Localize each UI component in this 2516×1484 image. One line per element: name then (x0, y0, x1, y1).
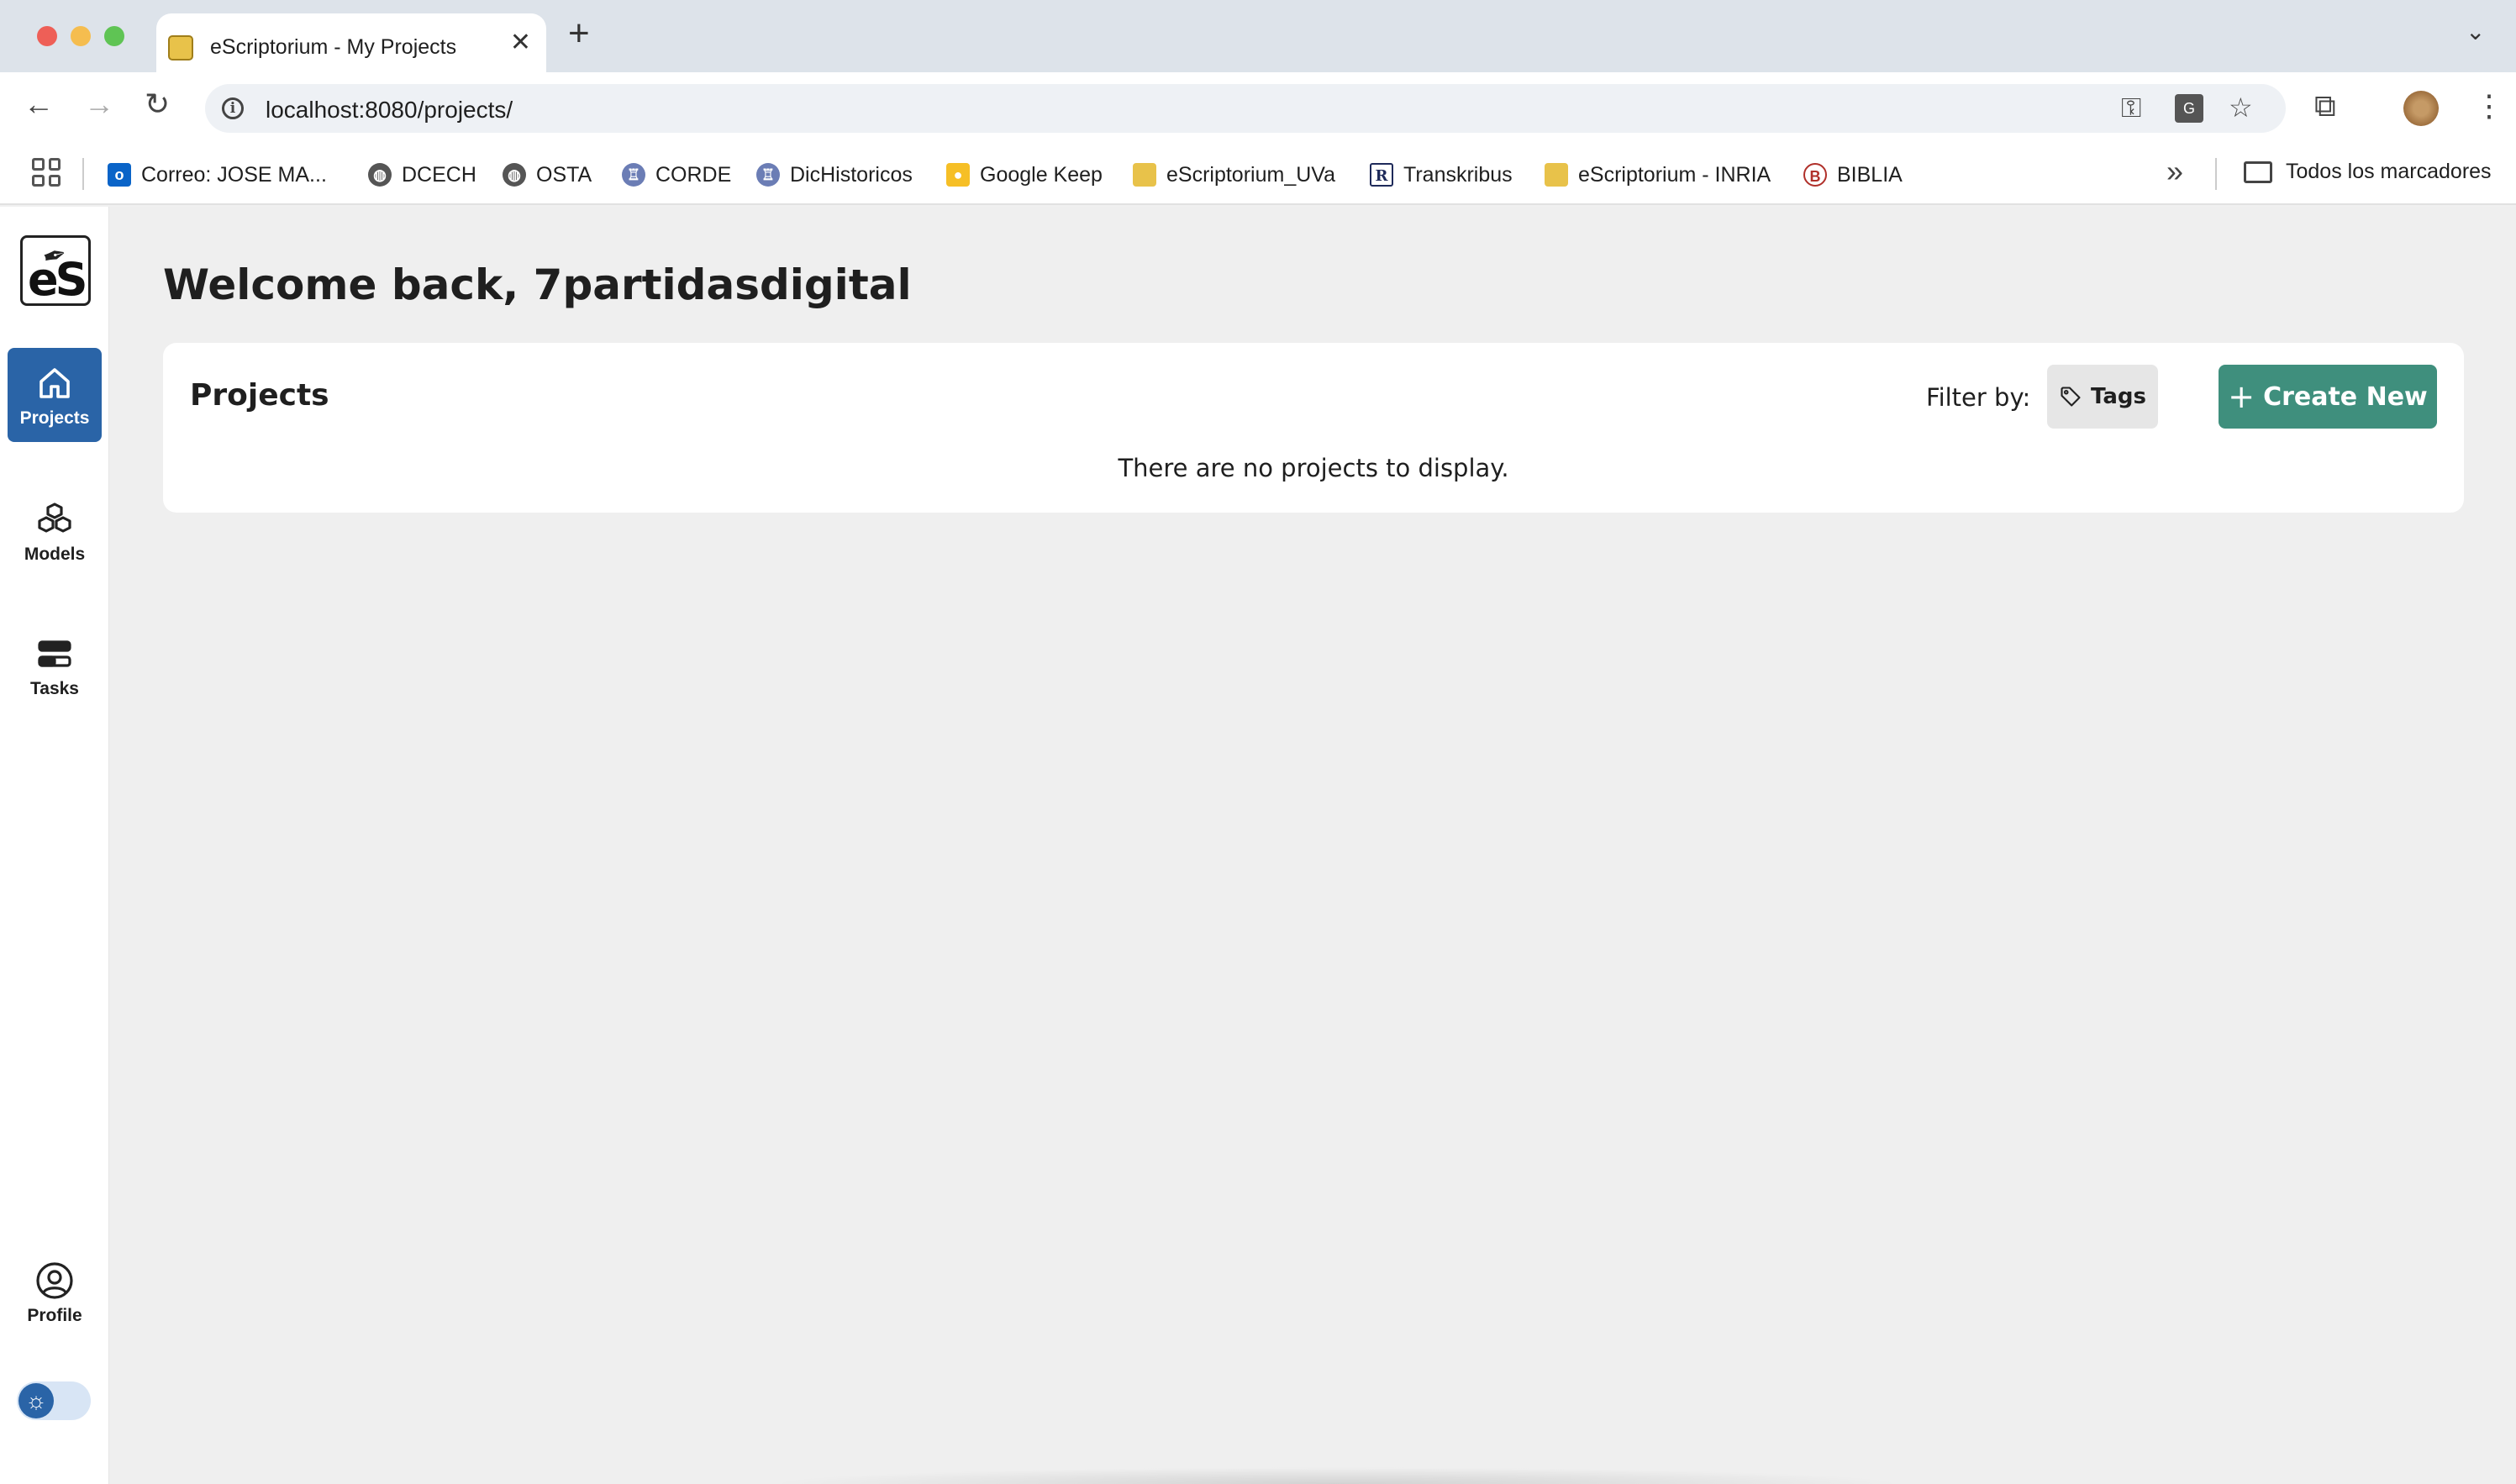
sidebar-item-profile[interactable]: Profile (8, 1245, 102, 1339)
bookmarks-divider (2215, 158, 2217, 190)
url-text[interactable]: localhost:8080/projects/ (266, 97, 513, 124)
sidebar-item-label: Models (24, 545, 86, 564)
projects-card: Projects Filter by: Tags + Create New Th… (163, 343, 2464, 513)
back-arrow-icon[interactable]: ← (24, 89, 54, 119)
tag-icon (2061, 387, 2081, 407)
bookmark-label: DCECH (402, 162, 476, 187)
browser-toolbar: ← → ↻ i localhost:8080/projects/ ⚿ G ☆ ⧉… (0, 72, 2516, 145)
bookmark-item[interactable]: B BIBLIA (1803, 160, 1903, 190)
new-tab-icon[interactable]: + (568, 15, 590, 52)
window-maximize-button[interactable] (104, 26, 124, 46)
sidebar-item-tasks[interactable]: Tasks (8, 618, 102, 713)
all-bookmarks-label: Todos los marcadores (2286, 160, 2492, 183)
biblia-icon: B (1803, 163, 1827, 187)
bookmark-item[interactable]: eScriptorium_UVa (1133, 160, 1335, 190)
escriptorium-icon (1133, 163, 1156, 187)
rae-icon: ♖ (756, 163, 780, 187)
bookmarks-divider (82, 158, 84, 190)
bookmark-label: Correo: JOSE MA... (141, 162, 327, 187)
rae-icon: ♖ (622, 163, 645, 187)
bookmark-item[interactable]: ◍ OSTA (503, 160, 592, 190)
create-new-label: Create New (2263, 382, 2428, 412)
bookmark-label: Google Keep (980, 162, 1103, 187)
bookmark-item[interactable]: ◍ DCECH (368, 160, 476, 190)
bookmark-item[interactable]: R Transkribus (1370, 160, 1513, 190)
empty-state-message: There are no projects to display. (1118, 454, 1509, 482)
create-new-button[interactable]: + Create New (2219, 365, 2437, 429)
bookmark-item[interactable]: ● Google Keep (946, 160, 1103, 190)
main-content: Welcome back, 7partidasdigital Projects … (110, 207, 2516, 1484)
site-info-icon[interactable]: i (222, 97, 244, 119)
globe-icon: ◍ (503, 163, 526, 187)
tasks-icon (38, 640, 71, 667)
user-circle-icon (36, 1262, 73, 1299)
browser-tab-active[interactable]: eScriptorium - My Projects ✕ (156, 13, 546, 72)
extensions-puzzle-icon[interactable]: ⧉ (2314, 91, 2336, 121)
translate-icon[interactable]: G (2175, 94, 2203, 123)
theme-toggle[interactable]: ☼ (17, 1381, 91, 1420)
bookmark-item[interactable]: o Correo: JOSE MA... (108, 160, 327, 190)
sidebar-item-label: Tasks (30, 679, 79, 698)
window-close-button[interactable] (37, 26, 57, 46)
bookmark-label: eScriptorium - INRIA (1578, 162, 1771, 187)
browser-menu-kebab-icon[interactable]: ⋮ (2474, 91, 2504, 121)
escriptorium-logo[interactable]: ✒ eS (20, 235, 91, 306)
bookmark-item[interactable]: ♖ DicHistoricos (756, 160, 913, 190)
filter-by-label: Filter by: (1926, 383, 2031, 412)
reload-icon[interactable]: ↻ (145, 89, 170, 119)
folder-icon (2244, 161, 2272, 183)
sun-icon: ☼ (18, 1383, 54, 1418)
sidebar-item-models[interactable]: Models (8, 484, 102, 578)
bookmark-label: OSTA (536, 162, 592, 187)
bookmark-label: CORDE (655, 162, 732, 187)
bookmark-item[interactable]: eScriptorium - INRIA (1545, 160, 1771, 190)
plus-icon: + (2228, 378, 2255, 415)
tags-button-label: Tags (2090, 384, 2146, 409)
tab-close-icon[interactable]: ✕ (510, 30, 531, 55)
apps-grid-icon[interactable] (32, 158, 61, 187)
forward-arrow-icon[interactable]: → (84, 89, 114, 119)
bookmark-star-icon[interactable]: ☆ (2229, 94, 2253, 121)
tab-title: eScriptorium - My Projects (210, 35, 457, 59)
more-bookmarks-chevron-icon[interactable]: » (2166, 156, 2183, 187)
logo-text: eS (28, 253, 87, 306)
escriptorium-icon (1545, 163, 1568, 187)
sidebar-item-label: Projects (19, 408, 90, 428)
bottom-scroll-shadow (766, 1467, 1908, 1484)
tags-filter-button[interactable]: Tags (2047, 365, 2158, 429)
page-title: Welcome back, 7partidasdigital (163, 260, 912, 309)
transkribus-icon: R (1370, 163, 1393, 187)
keep-icon: ● (946, 163, 970, 187)
cubes-icon (38, 503, 71, 533)
escriptorium-favicon-icon (168, 35, 193, 61)
password-key-icon[interactable]: ⚿ (2121, 94, 2141, 121)
globe-icon: ◍ (368, 163, 392, 187)
bookmark-item[interactable]: ♖ CORDE (622, 160, 731, 190)
window-minimize-button[interactable] (71, 26, 91, 46)
sidebar-item-label: Profile (27, 1306, 82, 1325)
all-bookmarks-folder[interactable]: Todos los marcadores (2244, 160, 2492, 184)
outlook-icon: o (108, 163, 131, 187)
bookmarks-bar: o Correo: JOSE MA... ◍ DCECH ◍ OSTA ♖ CO… (0, 145, 2516, 205)
sidebar-item-projects[interactable]: Projects (8, 348, 102, 442)
address-bar[interactable]: i localhost:8080/projects/ ⚿ G ☆ (205, 84, 2286, 133)
app-sidebar: ✒ eS Projects Models Tasks Profile ☼ (0, 207, 109, 1484)
projects-card-title: Projects (190, 378, 329, 413)
bookmark-label: Transkribus (1403, 162, 1513, 187)
bookmark-label: DicHistoricos (790, 162, 913, 187)
home-icon (39, 368, 70, 398)
bookmark-label: eScriptorium_UVa (1166, 162, 1336, 187)
tab-search-chevron-icon[interactable]: ⌄ (2466, 20, 2485, 44)
browser-tab-strip: eScriptorium - My Projects ✕ + ⌄ (0, 0, 2516, 72)
bookmark-label: BIBLIA (1837, 162, 1903, 187)
browser-profile-avatar[interactable] (2403, 91, 2439, 126)
